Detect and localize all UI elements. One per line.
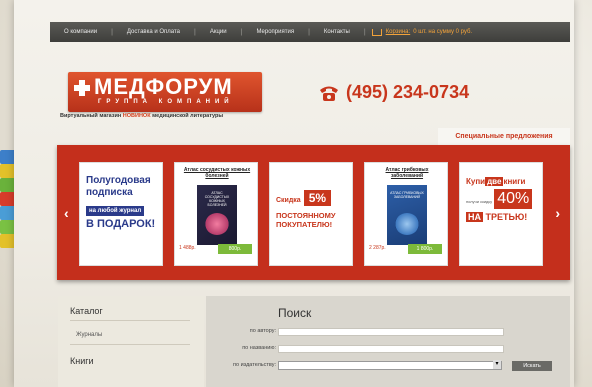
slider-prev-button[interactable]: ‹ — [64, 205, 69, 221]
logo-subtitle: ГРУППА КОМПАНИЙ — [98, 99, 234, 105]
cart-icon — [371, 28, 382, 36]
author-input[interactable] — [278, 328, 504, 336]
offer-card-book-fungal[interactable]: Атлас грибковых заболеваний АТЛАС ГРИБКО… — [364, 162, 448, 266]
offer-card-discount[interactable]: Скидка 5% ПОСТОЯННОМУ ПОКУПАТЕЛЮ! — [269, 162, 353, 266]
book-title-link[interactable]: Атлас сосудистых кожных болезней — [179, 167, 255, 179]
buy-button[interactable]: 1 800р. — [408, 244, 442, 254]
old-price: 2 287р. — [369, 245, 386, 251]
nav-separator: | — [363, 28, 366, 36]
top-navigation: О компании | Доставка и Оплата | Акции |… — [50, 22, 570, 42]
phone-icon — [320, 86, 338, 101]
nav-contacts[interactable]: Контакты — [310, 29, 364, 35]
publisher-select[interactable] — [278, 360, 502, 370]
catalog-heading: Каталог — [70, 306, 103, 316]
catalog-panel: Каталог Журналы Книги — [58, 296, 204, 387]
offer-card-third-book[interactable]: Купи две книги получи скидку 40% НА ТРЕТЬЮ! — [459, 162, 543, 266]
title-label: по названию: — [242, 345, 276, 351]
contact-phone: (495) 234-0734 — [318, 82, 469, 103]
phone-number: (495) 234-0734 — [346, 82, 470, 102]
book-cover-image: АТЛАС СОСУДИСТЫХ КОЖНЫХ БОЛЕЗНЕЙ — [197, 185, 237, 245]
site-tagline: Виртуальный магазин НОВИНОК медицинской … — [60, 113, 224, 119]
catalog-item-journals[interactable]: Журналы — [76, 332, 102, 338]
offer-card-book-vascular[interactable]: Атлас сосудистых кожных болезней АТЛАС С… — [174, 162, 258, 266]
special-offers-slider: ‹ › Полугодовая подписка на любой журнал… — [57, 145, 570, 280]
cart-status: 0 шт. на сумму 0 руб. — [413, 29, 473, 35]
catalog-heading-books[interactable]: Книги — [70, 356, 94, 366]
search-button[interactable]: Искать — [512, 361, 552, 371]
site-logo[interactable]: МЕДФОРУМ ГРУППА КОМПАНИЙ — [68, 72, 262, 112]
divider — [70, 344, 190, 345]
tab-special-offers[interactable]: Специальные предложения — [438, 128, 570, 145]
slider-next-button[interactable]: › — [555, 205, 560, 221]
nav-about[interactable]: О компании — [50, 29, 111, 35]
cart-link[interactable]: Корзина: — [386, 29, 411, 35]
book-title-link[interactable]: Атлас грибковых заболеваний — [369, 167, 445, 179]
medical-cross-icon — [74, 80, 90, 96]
logo-name: МЕДФОРУМ — [94, 74, 233, 99]
search-heading: Поиск — [278, 306, 312, 320]
author-label: по автору: — [249, 328, 276, 334]
offer-card-subscription[interactable]: Полугодовая подписка на любой журнал В П… — [79, 162, 163, 266]
nav-delivery[interactable]: Доставка и Оплата — [113, 29, 194, 35]
nav-promotions[interactable]: Акции — [196, 29, 241, 35]
cart-summary: Корзина: 0 шт. на сумму 0 руб. — [371, 28, 473, 36]
divider — [70, 320, 190, 321]
publisher-label: по издательству: — [233, 362, 276, 368]
buy-button[interactable]: 800р. — [218, 244, 252, 254]
nav-events[interactable]: Мероприятия — [242, 29, 308, 35]
book-cover-image: АТЛАС ГРИБКОВЫХ ЗАБОЛЕВАНИЙ — [387, 185, 427, 245]
title-input[interactable] — [278, 345, 504, 353]
old-price: 1 488р. — [179, 245, 196, 251]
search-panel: Поиск по автору: по названию: по издател… — [206, 296, 570, 387]
